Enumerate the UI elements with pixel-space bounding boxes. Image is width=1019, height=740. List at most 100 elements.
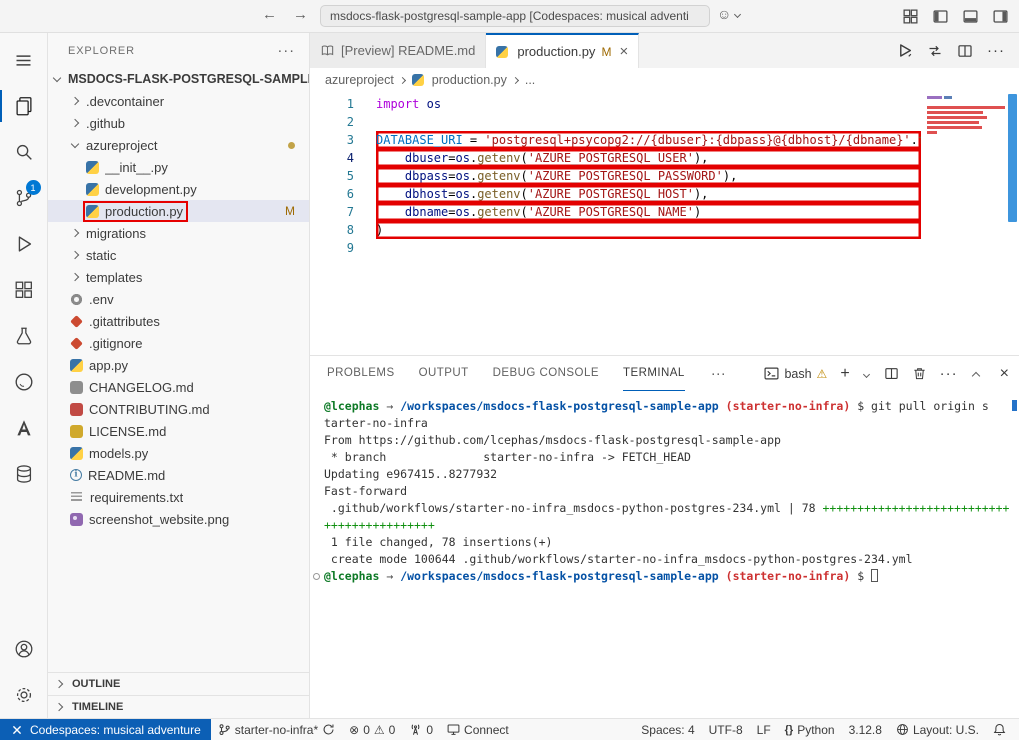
warning-icon: ⚠ — [817, 367, 828, 381]
kill-terminal-icon[interactable] — [912, 366, 927, 381]
tree-item-development-py[interactable]: development.py — [48, 178, 309, 200]
status-ports[interactable]: 0 — [402, 719, 440, 740]
tree-item-github[interactable]: .github — [48, 112, 309, 134]
tree-item-templates[interactable]: templates — [48, 266, 309, 288]
menu-button[interactable] — [0, 37, 48, 83]
tree-item-gitignore[interactable]: .gitignore — [48, 332, 309, 354]
tree-item-static[interactable]: static — [48, 244, 309, 266]
command-decoration-icon — [313, 573, 320, 580]
run-python-file-icon[interactable] — [896, 42, 913, 59]
activity-azure[interactable] — [0, 405, 48, 451]
activity-source-control[interactable]: 1 — [0, 175, 48, 221]
terminal-line: @lcephas → /workspaces/msdocs-flask-post… — [324, 398, 1015, 415]
command-center[interactable]: msdocs-flask-postgresql-sample-app [Code… — [320, 5, 710, 27]
tree-item-readme-md[interactable]: README.md — [48, 464, 309, 486]
panel-tab-terminal[interactable]: TERMINAL — [623, 356, 685, 391]
line-number: 4 — [310, 149, 354, 167]
customize-layout-icon[interactable] — [902, 8, 919, 25]
toggle-primary-sidebar-icon[interactable] — [932, 8, 949, 25]
tree-item-gitattributes[interactable]: .gitattributes — [48, 310, 309, 332]
status-keyboard-layout[interactable]: Layout: U.S. — [889, 719, 986, 740]
terminal-instance-bash[interactable]: bash ⚠ — [764, 366, 827, 381]
activity-run-debug[interactable] — [0, 221, 48, 267]
status-branch[interactable]: starter-no-infra* — [211, 719, 342, 740]
panel-views-more-icon[interactable]: ··· — [711, 365, 726, 382]
tree-item-migrations[interactable]: migrations — [48, 222, 309, 244]
tree-item-production-py[interactable]: production.pyM — [48, 200, 309, 222]
status-indentation[interactable]: Spaces: 4 — [634, 719, 701, 740]
activity-explorer[interactable] — [0, 83, 48, 129]
status-python-interpreter[interactable]: 3.12.8 — [842, 719, 889, 740]
terminal-line: .github/workflows/starter-no-infra_msdoc… — [324, 500, 1015, 517]
forward-icon[interactable]: → — [293, 6, 308, 23]
feedback-button[interactable]: ☺ — [717, 6, 742, 22]
tree-item-changelog-md[interactable]: CHANGELOG.md — [48, 376, 309, 398]
tree-item-label: .env — [89, 292, 114, 307]
timeline-section-header[interactable]: TIMELINE — [48, 695, 309, 718]
outline-section-header[interactable]: OUTLINE — [48, 672, 309, 695]
panel-tab-problems[interactable]: PROBLEMS — [327, 356, 395, 391]
activity-testing[interactable] — [0, 313, 48, 359]
maximize-panel-icon[interactable] — [971, 369, 981, 379]
tree-item-screenshot-website-png[interactable]: screenshot_website.png — [48, 508, 309, 530]
markdown-file-icon — [70, 381, 83, 394]
status-eol[interactable]: LF — [750, 719, 778, 740]
code-line: 8) — [310, 221, 921, 239]
modified-folder-dot — [288, 142, 295, 149]
terminal[interactable]: @lcephas → /workspaces/msdocs-flask-post… — [310, 391, 1019, 718]
tab-production-py[interactable]: production.py M × — [486, 33, 639, 68]
remote-indicator[interactable]: Codespaces: musical adventure — [0, 719, 211, 740]
new-terminal-button[interactable]: + — [840, 365, 849, 383]
tree-root[interactable]: MSDOCS-FLASK-POSTGRESQL-SAMPLE-... — [48, 68, 309, 90]
open-changes-icon[interactable] — [927, 43, 943, 59]
minimap[interactable] — [927, 96, 1005, 136]
tree-item-models-py[interactable]: models.py — [48, 442, 309, 464]
tab-preview-readme[interactable]: [Preview] README.md — [310, 33, 486, 68]
panel-more-actions-icon[interactable]: ··· — [940, 365, 958, 382]
activity-github[interactable] — [0, 359, 48, 405]
tree-item-init-py[interactable]: __init__.py — [48, 156, 309, 178]
layout-label: Layout: U.S. — [913, 723, 979, 737]
status-encoding[interactable]: UTF-8 — [702, 719, 750, 740]
tree-item-label: screenshot_website.png — [89, 512, 229, 527]
status-connect[interactable]: Connect — [440, 719, 516, 740]
panel-tab-debug-console[interactable]: DEBUG CONSOLE — [493, 356, 599, 391]
account-button[interactable] — [0, 626, 48, 672]
tree-item-label: CHANGELOG.md — [89, 380, 194, 395]
remote-icon — [10, 723, 24, 737]
close-panel-icon[interactable]: × — [1000, 365, 1009, 383]
tree-item-label: azureproject — [86, 138, 158, 153]
terminal-dropdown-icon[interactable] — [863, 370, 871, 378]
tree-item-contributing-md[interactable]: CONTRIBUTING.md — [48, 398, 309, 420]
branch-icon — [218, 723, 231, 736]
activity-extensions[interactable] — [0, 267, 48, 313]
toggle-secondary-sidebar-icon[interactable] — [992, 8, 1009, 25]
back-icon[interactable]: ← — [262, 6, 277, 23]
tree-item-requirements-txt[interactable]: requirements.txt — [48, 486, 309, 508]
close-tab-icon[interactable]: × — [619, 43, 628, 60]
status-notifications[interactable] — [986, 719, 1013, 740]
tree-item-label: LICENSE.md — [89, 424, 166, 439]
activity-database[interactable] — [0, 451, 48, 497]
settings-button[interactable] — [0, 672, 48, 718]
more-actions-icon[interactable]: ··· — [987, 42, 1005, 59]
breadcrumb-file[interactable]: production.py — [432, 73, 507, 87]
breadcrumb-folder[interactable]: azureproject — [325, 73, 394, 87]
tree-item-devcontainer[interactable]: .devcontainer — [48, 90, 309, 112]
toggle-panel-icon[interactable] — [962, 8, 979, 25]
status-problems[interactable]: ⊗ 0 ⚠ 0 — [342, 719, 402, 740]
code-line: 6 dbhost=os.getenv('AZURE_POSTGRESQL_HOS… — [310, 185, 921, 203]
tree-item-app-py[interactable]: app.py — [48, 354, 309, 376]
tree-item-license-md[interactable]: LICENSE.md — [48, 420, 309, 442]
status-language[interactable]: {} Python — [778, 719, 842, 740]
panel-tab-output[interactable]: OUTPUT — [419, 356, 469, 391]
split-terminal-icon[interactable] — [884, 366, 899, 381]
activity-search[interactable] — [0, 129, 48, 175]
split-editor-icon[interactable] — [957, 43, 973, 59]
tree-item-env[interactable]: .env — [48, 288, 309, 310]
explorer-more-icon[interactable]: ··· — [277, 42, 295, 59]
breadcrumb-symbol[interactable]: ... — [525, 73, 535, 87]
terminal-line: @lcephas → /workspaces/msdocs-flask-post… — [324, 568, 1015, 585]
tree-item-azureproject[interactable]: azureproject — [48, 134, 309, 156]
code-editor[interactable]: 1import os23DATABASE_URI = 'postgresql+p… — [310, 92, 1019, 355]
